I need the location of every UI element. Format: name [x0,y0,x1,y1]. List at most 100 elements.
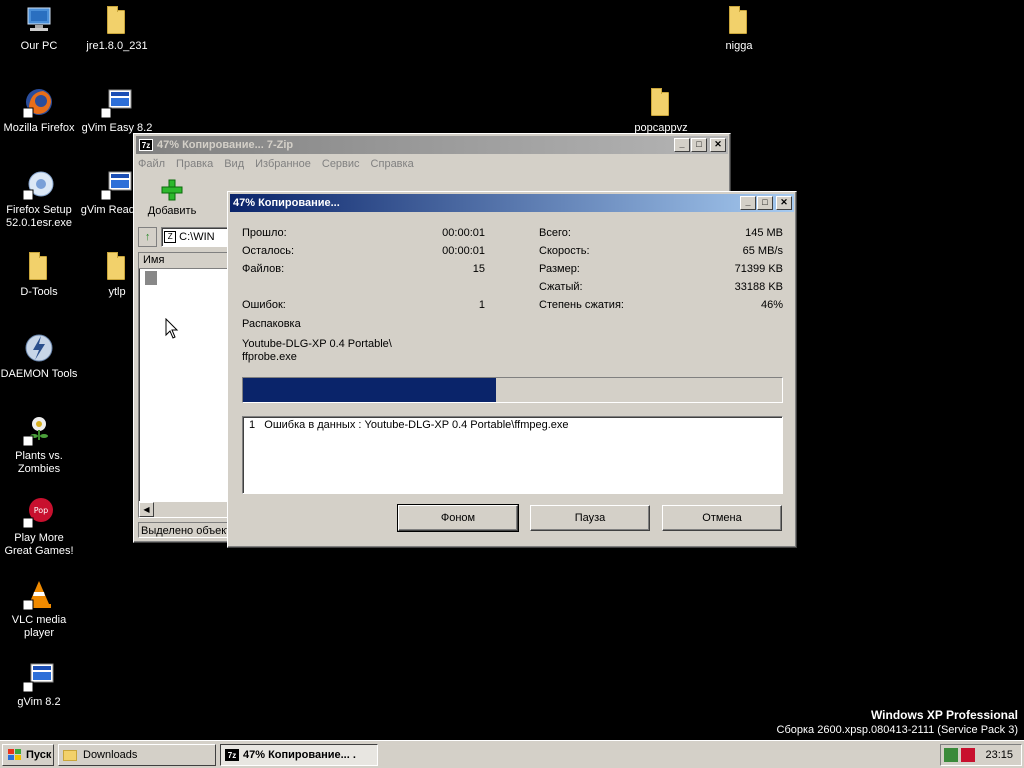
gvim-icon [22,660,55,693]
speed-value: 65 MB/s [742,245,783,257]
add-button[interactable]: Добавить [142,178,202,217]
errors-value: 1 [478,299,485,311]
files-value: 15 [472,263,485,275]
folder-up-icon[interactable]: ↑ [138,227,158,247]
background-button[interactable]: Фоном [397,504,519,532]
speed-label: Скорость: [539,245,590,257]
error-list[interactable]: 1 Ошибка в данных : Youtube-DLG-XP 0.4 P… [242,416,783,494]
plants-icon [22,414,55,447]
remaining-value: 00:00:01 [442,245,485,257]
installer-icon [22,168,55,201]
path-input[interactable]: Z C:\WIN [161,227,228,247]
elapsed-value: 00:00:01 [442,227,485,239]
dialog-maximize-button[interactable]: □ [757,196,773,210]
drive-icon: Z [164,231,177,243]
scroll-left-icon[interactable]: ◀ [139,502,154,517]
current-file: ffprobe.exe [242,351,297,363]
desktop-icon-firefox-setup[interactable]: Firefox Setup 52.0.1esr.exe [0,168,78,230]
security-icon[interactable] [961,748,976,762]
remaining-label: Осталось: [242,245,295,257]
vlc-icon [22,578,55,611]
errors-label: Ошибок: [242,299,286,311]
progress-bar-fill [243,378,497,402]
network-icon[interactable] [944,748,959,762]
address-bar: ↑ Z C:\WIN [138,226,228,248]
menu-help[interactable]: Справка [371,158,414,170]
status-bar: Выделено объект [138,522,228,538]
minimize-button[interactable]: _ [674,138,690,152]
plus-icon [161,179,183,201]
watermark-edition: Windows XP Professional [870,708,1018,722]
computer-icon [23,4,55,36]
progress-bar [242,377,783,403]
menu-file[interactable]: Файл [138,158,165,170]
system-tray: 23:15 [940,744,1022,766]
cancel-button[interactable]: Отмена [662,505,782,531]
file-list[interactable]: Имя ◀ [138,252,228,518]
firefox-icon [22,86,55,119]
popcap-icon: Pop [22,496,55,529]
current-path: Youtube-DLG-XP 0.4 Portable\ [242,338,392,350]
daemon-tools-icon [23,332,55,364]
main-window-titlebar[interactable]: 7z 47% Копирование... 7-Zip _ □ ✕ [136,136,728,154]
desktop-icon-d-tools[interactable]: D-Tools [0,250,78,299]
dialog-title: 47% Копирование... [233,197,340,209]
column-header-name[interactable]: Имя [139,253,227,269]
compressed-label: Сжатый: [539,281,583,293]
clock[interactable]: 23:15 [985,749,1013,761]
mouse-cursor-icon [165,318,179,339]
folder-icon [23,250,55,282]
total-value: 145 MB [745,227,783,239]
ratio-value: 46% [760,299,783,311]
pause-button[interactable]: Пауза [530,505,650,531]
compressed-value: 33188 KB [734,281,783,293]
taskbar-task-copy-progress[interactable]: 7z 47% Копирование... . [220,744,378,766]
windows-logo-icon [8,749,21,760]
maximize-button[interactable]: □ [691,138,707,152]
size-label: Размер: [539,263,580,275]
folder-icon [723,4,755,36]
dialog-close-button[interactable]: ✕ [776,196,792,210]
desktop-icon-plants-vs-zombies[interactable]: Plants vs. Zombies [0,414,78,476]
ratio-label: Степень сжатия: [539,299,624,311]
dialog-minimize-button[interactable]: _ [740,196,756,210]
taskbar: Пуск Downloads 7z 47% Копирование... . 2… [0,740,1024,768]
desktop-icon-nigga-folder[interactable]: nigga [700,4,778,53]
os-watermark: Windows XP Professional Сборка 2600.xpsp… [777,708,1018,736]
desktop-icon-popcappvz[interactable]: popcappvz [622,86,700,135]
copy-progress-dialog[interactable]: 47% Копирование... _ □ ✕ Прошло: 00:00:0… [227,191,797,548]
add-button-label: Добавить [147,205,197,217]
watermark-build: Сборка 2600.xpsp.080413-2111 (Service Pa… [776,724,1018,736]
dialog-titlebar[interactable]: 47% Копирование... _ □ ✕ [230,194,794,212]
desktop-icon-gvim-easy[interactable]: gVim Easy 8.2 [78,86,156,135]
desktop-icon-daemon-tools[interactable]: DAEMON Tools [0,332,78,381]
7zip-app-icon: 7z [139,139,153,151]
horizontal-scrollbar[interactable]: ◀ [139,501,227,517]
close-button[interactable]: ✕ [710,138,726,152]
files-label: Файлов: [242,263,285,275]
start-label: Пуск [26,749,52,761]
operation-label: Распаковка [242,318,301,330]
folder-icon [101,250,133,282]
main-menubar: Файл Правка Вид Избранное Сервис Справка [134,156,730,172]
error-list-item[interactable]: 1 Ошибка в данных : Youtube-DLG-XP 0.4 P… [249,419,776,431]
desktop-icon-play-more-games[interactable]: Pop Play More Great Games! [0,496,78,558]
total-label: Всего: [539,227,571,239]
desktop-icon-firefox[interactable]: Mozilla Firefox [0,86,78,135]
taskbar-task-downloads[interactable]: Downloads [58,744,216,766]
desktop-icon-gvim[interactable]: gVim 8.2 [0,660,78,709]
main-window-title: 47% Копирование... 7-Zip [157,139,294,151]
menu-tools[interactable]: Сервис [322,158,360,170]
menu-edit[interactable]: Правка [176,158,213,170]
menu-favorites[interactable]: Избранное [255,158,311,170]
folder-icon [63,749,77,761]
file-item-icon[interactable] [145,271,157,285]
desktop-icon-vlc[interactable]: VLC media player [0,578,78,640]
size-value: 71399 KB [734,263,783,275]
desktop-icon-jre[interactable]: jre1.8.0_231 [78,4,156,53]
gvim-icon [100,168,133,201]
menu-view[interactable]: Вид [224,158,244,170]
7zip-app-icon: 7z [225,749,239,761]
desktop-icon-our-pc[interactable]: Our PC [0,4,78,53]
start-button[interactable]: Пуск [2,744,54,766]
